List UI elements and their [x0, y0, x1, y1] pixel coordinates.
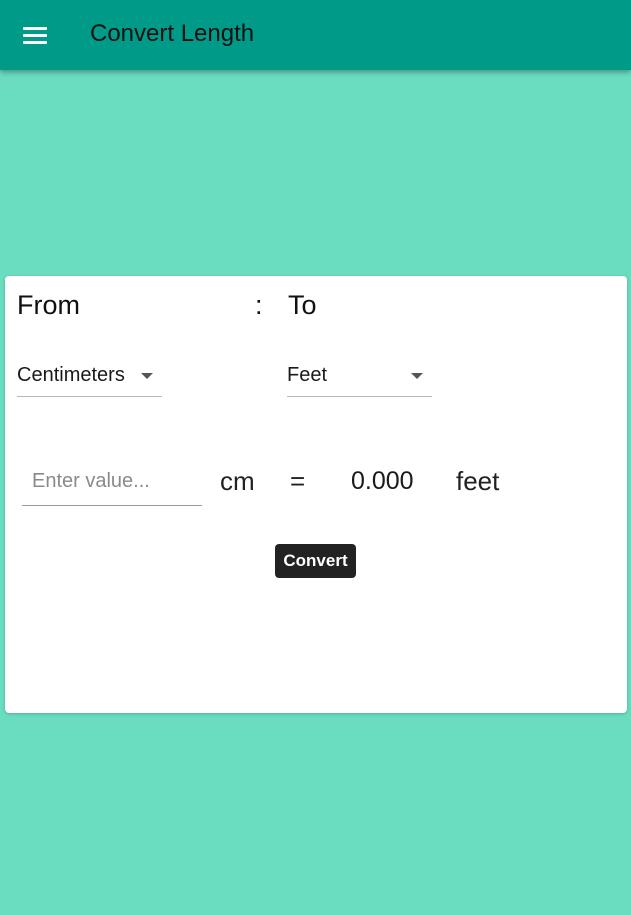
to-label: To — [288, 290, 317, 320]
from-unit-select-value: Centimeters — [17, 364, 125, 386]
app-bar: Convert Length — [0, 0, 631, 70]
separator-label: : — [255, 290, 263, 320]
converter-card: From : To Centimeters Feet cm = 0.000 fe… — [5, 276, 627, 713]
to-unit-select-value: Feet — [287, 364, 328, 386]
convert-button[interactable]: Convert — [275, 544, 356, 578]
from-unit-abbr: cm — [220, 466, 255, 496]
menu-icon-line — [23, 41, 47, 44]
menu-icon-line — [23, 27, 47, 30]
from-label: From — [17, 290, 80, 320]
to-unit-abbr: feet — [456, 466, 500, 496]
menu-icon[interactable] — [16, 17, 54, 53]
from-unit-select[interactable]: Centimeters — [17, 362, 162, 397]
to-unit-select[interactable]: Feet — [287, 362, 432, 397]
menu-icon-line — [23, 34, 47, 37]
equals-sign: = — [290, 466, 306, 496]
caret-down-icon — [411, 373, 423, 379]
caret-down-icon — [141, 373, 153, 379]
page-title: Convert Length — [90, 20, 255, 47]
result-value: 0.000 — [351, 467, 414, 495]
value-input[interactable] — [22, 458, 202, 506]
